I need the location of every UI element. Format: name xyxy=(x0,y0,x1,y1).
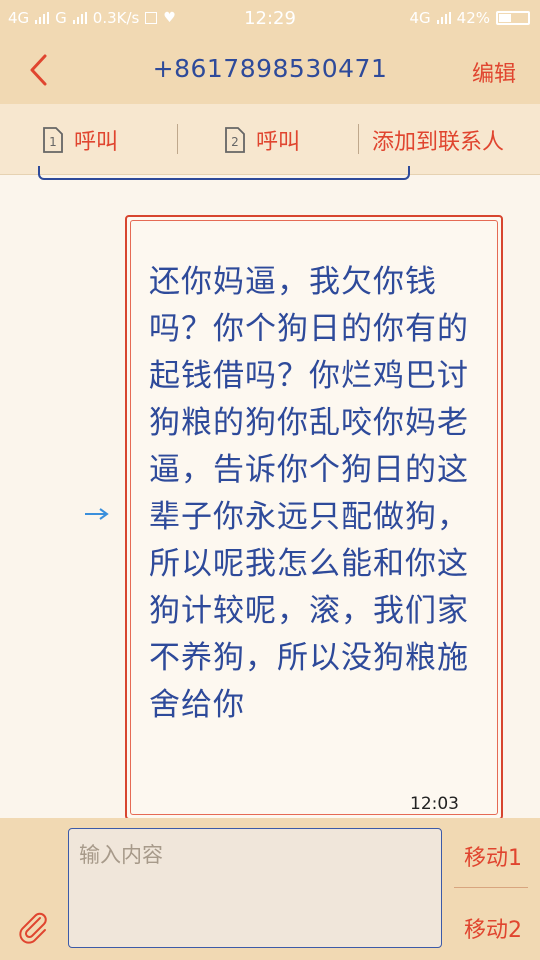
composer-divider xyxy=(454,887,528,888)
back-button[interactable] xyxy=(20,52,56,88)
move1-button[interactable]: 移动1 xyxy=(464,840,522,872)
chevron-left-icon xyxy=(30,54,47,86)
call-sim1-label: 呼叫 xyxy=(74,130,119,155)
add-to-contacts-button[interactable]: 添加到联系人 xyxy=(372,124,504,156)
add-to-contacts-label: 添加到联系人 xyxy=(372,130,505,155)
action-divider xyxy=(177,124,178,154)
message-bubble[interactable]: 还你妈逼，我欠你钱吗？你个狗日的你有的起钱借吗？你烂鸡巴讨狗粮的狗你乱咬你妈老逼… xyxy=(125,215,503,820)
action-divider xyxy=(358,124,359,154)
call-sim2-button[interactable]: 2 呼叫 xyxy=(224,124,300,156)
sent-arrow-icon xyxy=(85,508,109,520)
action-bar: 1 呼叫 2 呼叫 添加到联系人 xyxy=(0,104,540,175)
call-sim1-button[interactable]: 1 呼叫 xyxy=(42,124,118,156)
paperclip-icon xyxy=(19,912,47,944)
attach-button[interactable] xyxy=(16,910,50,948)
battery-percent: 42% xyxy=(456,9,490,27)
battery-icon xyxy=(496,11,530,25)
sim-card-1-number: 1 xyxy=(49,135,57,149)
cell-signal-icon xyxy=(436,12,451,24)
message-input-placeholder: 输入内容 xyxy=(79,843,163,867)
message-input[interactable]: 输入内容 xyxy=(68,828,442,948)
header: +8617898530471 编辑 xyxy=(0,36,540,104)
status-right: 4G 42% xyxy=(409,9,530,27)
composer: 输入内容 移动1 移动2 xyxy=(0,818,540,960)
page-title: +8617898530471 xyxy=(152,54,388,83)
sim-card-2-number: 2 xyxy=(231,135,239,149)
battery-fill xyxy=(499,14,511,22)
message-timestamp: 12:03 xyxy=(410,794,459,814)
network-indicator: 4G xyxy=(409,9,431,27)
call-sim2-label: 呼叫 xyxy=(256,130,301,155)
sim-card-2-icon: 2 xyxy=(225,127,245,153)
previous-message-bubble[interactable] xyxy=(38,166,410,180)
move2-button[interactable]: 移动2 xyxy=(464,912,522,944)
edit-button[interactable]: 编辑 xyxy=(472,56,516,88)
sim-card-1-icon: 1 xyxy=(43,127,63,153)
status-bar: 4G G 0.3K/s ♥ 12:29 4G 42% xyxy=(0,0,540,36)
message-text: 还你妈逼，我欠你钱吗？你个狗日的你有的起钱借吗？你烂鸡巴讨狗粮的狗你乱咬你妈老逼… xyxy=(149,264,469,723)
